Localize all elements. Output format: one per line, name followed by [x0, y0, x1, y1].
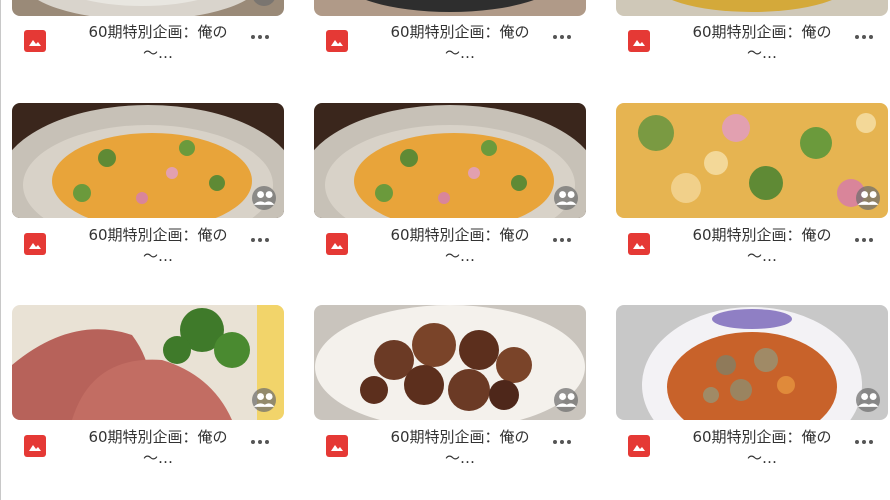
thumbnail-image[interactable] [314, 305, 586, 420]
image-file-icon [326, 435, 348, 457]
image-file-icon [326, 30, 348, 52]
file-title[interactable]: 60期特別企画：俺の 〜… [370, 225, 550, 267]
shared-people-icon [554, 388, 578, 412]
thumbnail-image[interactable] [12, 0, 284, 16]
shared-people-icon [252, 388, 276, 412]
more-options-icon[interactable] [548, 24, 576, 50]
shared-people-icon [856, 186, 880, 210]
file-title[interactable]: 60期特別企画：俺の 〜… [68, 22, 248, 64]
more-options-icon[interactable] [246, 227, 274, 253]
more-options-icon[interactable] [850, 429, 878, 455]
shared-people-icon [252, 186, 276, 210]
more-options-icon[interactable] [850, 24, 878, 50]
image-file-icon [628, 233, 650, 255]
thumbnail-image[interactable] [616, 0, 888, 16]
thumbnail-image[interactable] [616, 103, 888, 218]
more-options-icon[interactable] [246, 24, 274, 50]
image-file-icon [24, 435, 46, 457]
file-grid: 60期特別企画：俺の 〜… 60期特別企画：俺の 〜… 60期特別企画：俺の 〜… [0, 0, 890, 500]
image-file-icon [24, 30, 46, 52]
image-file-icon [628, 30, 650, 52]
shared-people-icon [554, 186, 578, 210]
file-title[interactable]: 60期特別企画：俺の 〜… [68, 225, 248, 267]
image-file-icon [326, 233, 348, 255]
image-file-icon [628, 435, 650, 457]
thumbnail-image[interactable] [616, 305, 888, 420]
thumbnail-image[interactable] [12, 103, 284, 218]
image-file-icon [24, 233, 46, 255]
file-title[interactable]: 60期特別企画：俺の 〜… [672, 225, 852, 267]
file-title[interactable]: 60期特別企画：俺の 〜… [672, 22, 852, 64]
more-options-icon[interactable] [548, 429, 576, 455]
thumbnail-image[interactable] [314, 0, 586, 16]
thumbnail-image[interactable] [314, 103, 586, 218]
more-options-icon[interactable] [548, 227, 576, 253]
file-title[interactable]: 60期特別企画：俺の 〜… [370, 427, 550, 469]
file-title[interactable]: 60期特別企画：俺の 〜… [672, 427, 852, 469]
thumbnail-image[interactable] [12, 305, 284, 420]
file-title[interactable]: 60期特別企画：俺の 〜… [68, 427, 248, 469]
more-options-icon[interactable] [850, 227, 878, 253]
shared-people-icon [856, 388, 880, 412]
more-options-icon[interactable] [246, 429, 274, 455]
file-title[interactable]: 60期特別企画：俺の 〜… [370, 22, 550, 64]
